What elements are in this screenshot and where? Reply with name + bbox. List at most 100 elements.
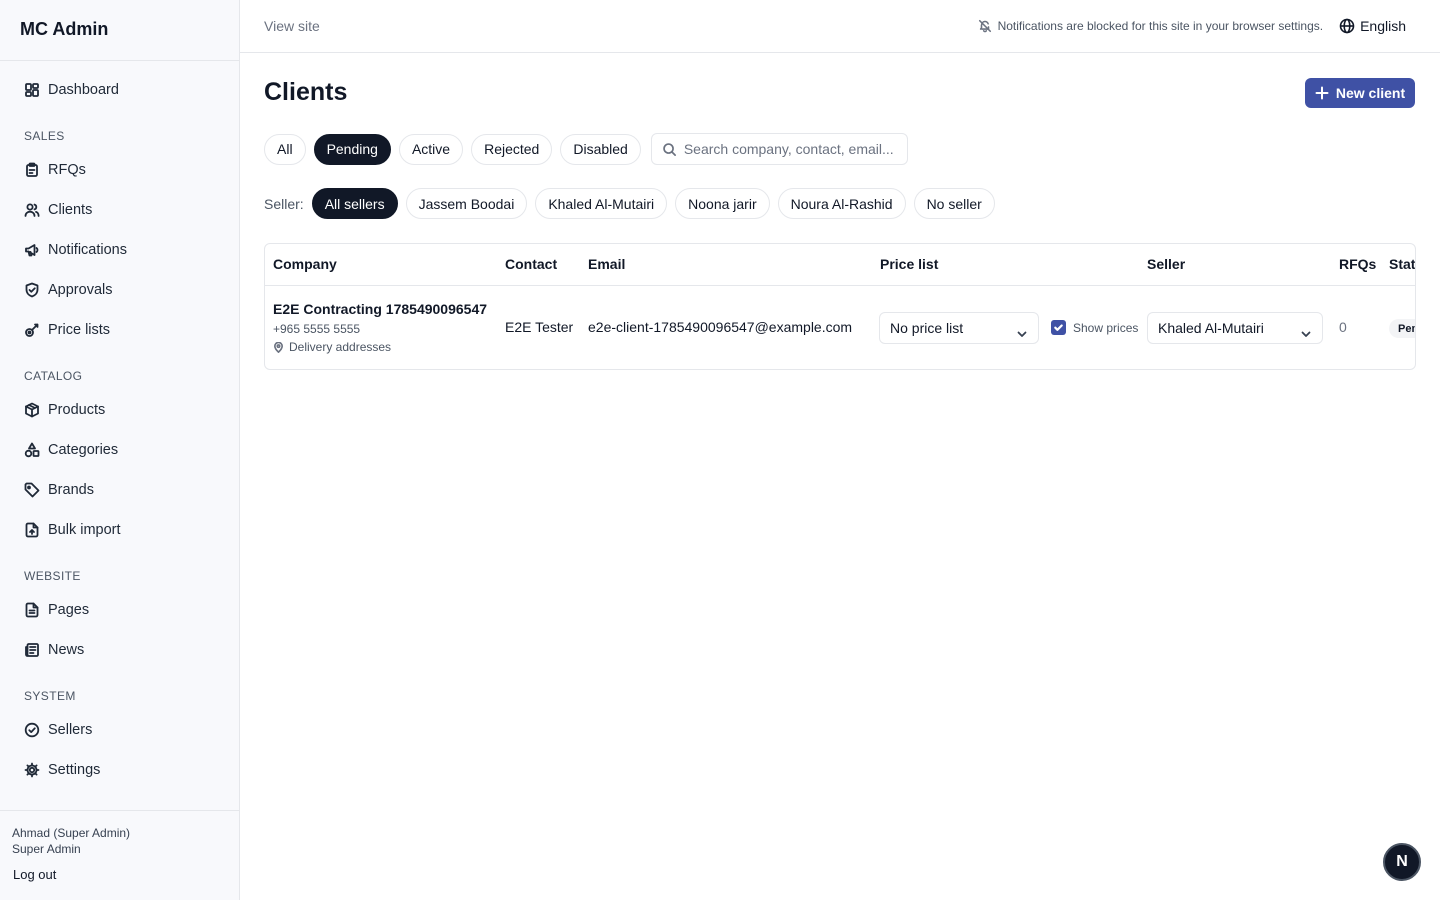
seller-option-noura-al-rashid[interactable]: Noura Al-Rashid — [777, 188, 906, 219]
sidebar-item-label: Pages — [48, 602, 90, 618]
new-client-button[interactable]: New client — [1305, 78, 1415, 108]
plus-icon — [1315, 86, 1336, 100]
tab-pending[interactable]: Pending — [313, 133, 391, 165]
sidebar-item-pages[interactable]: Pages — [0, 590, 239, 630]
sidebar-item-label: Dashboard — [48, 82, 119, 98]
shapes-icon — [24, 442, 40, 458]
sidebar-item-label: Categories — [48, 442, 119, 458]
sidebar-item-label: News — [48, 642, 85, 658]
sidebar-item-label: Bulk import — [48, 522, 121, 538]
shield-check-icon — [24, 282, 40, 298]
sidebar-item-label: Products — [48, 402, 106, 418]
sidebar: MC Admin Dashboard SALES RFQs Clients No… — [0, 0, 240, 900]
section-label-sales: SALES — [24, 129, 65, 143]
price-tag-icon — [24, 322, 40, 338]
search-box — [650, 133, 908, 165]
column-header-status: Stat — [1389, 256, 1416, 272]
users-icon — [24, 202, 40, 218]
column-header-company: Company — [273, 256, 337, 272]
sidebar-item-clients[interactable]: Clients — [0, 190, 239, 230]
table-row[interactable]: E2E Contracting 1785490096547 +965 5555 … — [265, 286, 1415, 369]
logout-link[interactable]: Log out — [12, 867, 227, 882]
bell-off-icon — [978, 19, 998, 33]
sidebar-item-label: RFQs — [48, 162, 86, 178]
clients-table: Company Contact Email Price list Seller … — [264, 243, 1416, 370]
column-header-rfqs: RFQs — [1339, 256, 1377, 272]
seller-option-no-seller[interactable]: No seller — [913, 188, 995, 219]
rfqs-count: 0 — [1339, 319, 1347, 335]
sidebar-item-price-lists[interactable]: Price lists — [0, 310, 239, 350]
dev-tools-button[interactable]: N — [1383, 843, 1421, 881]
tab-disabled[interactable]: Disabled — [560, 133, 641, 165]
column-header-seller: Seller — [1147, 256, 1186, 272]
tab-active[interactable]: Active — [398, 133, 464, 165]
company-name[interactable]: E2E Contracting 1785490096547 — [273, 301, 487, 317]
megaphone-icon — [24, 242, 40, 258]
column-header-email: Email — [588, 256, 626, 272]
sidebar-item-categories[interactable]: Categories — [0, 430, 239, 470]
company-phone: +965 5555 5555 — [273, 322, 361, 336]
sidebar-item-label: Clients — [48, 202, 93, 218]
box-icon — [24, 402, 40, 418]
user-role: Super Admin — [12, 842, 81, 856]
email-cell: e2e-client-1785490096547@example.com — [588, 319, 853, 335]
view-site-link[interactable]: View site — [264, 18, 320, 34]
topbar: View site Notifications are blocked for … — [240, 0, 1440, 53]
seller-value: Khaled Al-Mutairi — [1158, 320, 1264, 336]
sidebar-item-news[interactable]: News — [0, 630, 239, 670]
search-icon — [662, 142, 684, 157]
app-title: MC Admin — [0, 0, 239, 61]
table-header: Company Contact Email Price list Seller … — [265, 244, 1415, 286]
sidebar-item-label: Settings — [48, 762, 101, 778]
delivery-addresses-link[interactable]: Delivery addresses — [273, 340, 391, 354]
sidebar-item-dashboard[interactable]: Dashboard — [0, 70, 239, 110]
sidebar-item-rfqs[interactable]: RFQs — [0, 150, 239, 190]
price-list-select[interactable]: No price list — [879, 312, 1039, 344]
sidebar-item-products[interactable]: Products — [0, 390, 239, 430]
show-prices-checkbox[interactable]: Show prices — [1051, 320, 1138, 335]
user-name: Ahmad (Super Admin) — [12, 826, 131, 840]
sidebar-item-label: Sellers — [48, 722, 93, 738]
sidebar-item-label: Notifications — [48, 242, 127, 258]
sidebar-item-bulk-import[interactable]: Bulk import — [0, 510, 239, 550]
badge-check-icon — [24, 722, 40, 738]
section-label-website: WEBSITE — [24, 569, 81, 583]
language-switcher[interactable]: English — [1339, 18, 1406, 34]
new-client-label: New client — [1335, 85, 1406, 101]
search-input[interactable] — [683, 141, 904, 157]
sidebar-item-label: Approvals — [48, 282, 113, 298]
column-header-contact: Contact — [505, 256, 558, 272]
tab-rejected[interactable]: Rejected — [471, 133, 553, 165]
sidebar-item-brands[interactable]: Brands — [0, 470, 239, 510]
sidebar-nav: Dashboard SALES RFQs Clients Notificatio… — [0, 61, 239, 790]
newspaper-icon — [24, 642, 40, 658]
seller-filter-label: Seller: — [264, 195, 304, 212]
sidebar-item-sellers[interactable]: Sellers — [0, 710, 239, 750]
seller-filter: Seller: All sellers Jassem Boodai Khaled… — [264, 188, 1003, 219]
user-panel: Ahmad (Super Admin) Super Admin Log out — [0, 810, 239, 900]
sidebar-item-notifications[interactable]: Notifications — [0, 230, 239, 270]
delivery-addresses-label: Delivery addresses — [289, 340, 392, 354]
sidebar-item-settings[interactable]: Settings — [0, 750, 239, 790]
seller-option-khaled-al-mutairi[interactable]: Khaled Al-Mutairi — [535, 188, 668, 219]
show-prices-label: Show prices — [1073, 320, 1139, 335]
gear-icon — [24, 762, 40, 778]
notifications-blocked-message: Notifications are blocked for this site … — [978, 19, 1323, 33]
tab-all[interactable]: All — [264, 133, 306, 165]
seller-option-all-sellers[interactable]: All sellers — [311, 188, 398, 219]
sidebar-item-approvals[interactable]: Approvals — [0, 270, 239, 310]
checkbox-checked-icon — [1051, 320, 1066, 335]
clipboard-icon — [24, 162, 40, 178]
notifications-blocked-text: Notifications are blocked for this site … — [997, 19, 1324, 33]
seller-select[interactable]: Khaled Al-Mutairi — [1147, 312, 1323, 344]
seller-option-jassem-boodai[interactable]: Jassem Boodai — [405, 188, 528, 219]
status-badge: Pending — [1389, 319, 1415, 338]
section-label-catalog: CATALOG — [24, 369, 83, 383]
column-header-price-list: Price list — [880, 256, 939, 272]
price-list-value: No price list — [890, 320, 964, 336]
sidebar-item-label: Brands — [48, 482, 94, 498]
language-label: English — [1360, 18, 1406, 34]
seller-option-noona-jarir[interactable]: Noona jarir — [675, 188, 770, 219]
topbar-right: Notifications are blocked for this site … — [978, 18, 1416, 34]
status-filter-tabs: All Pending Active Rejected Disabled — [264, 133, 908, 165]
